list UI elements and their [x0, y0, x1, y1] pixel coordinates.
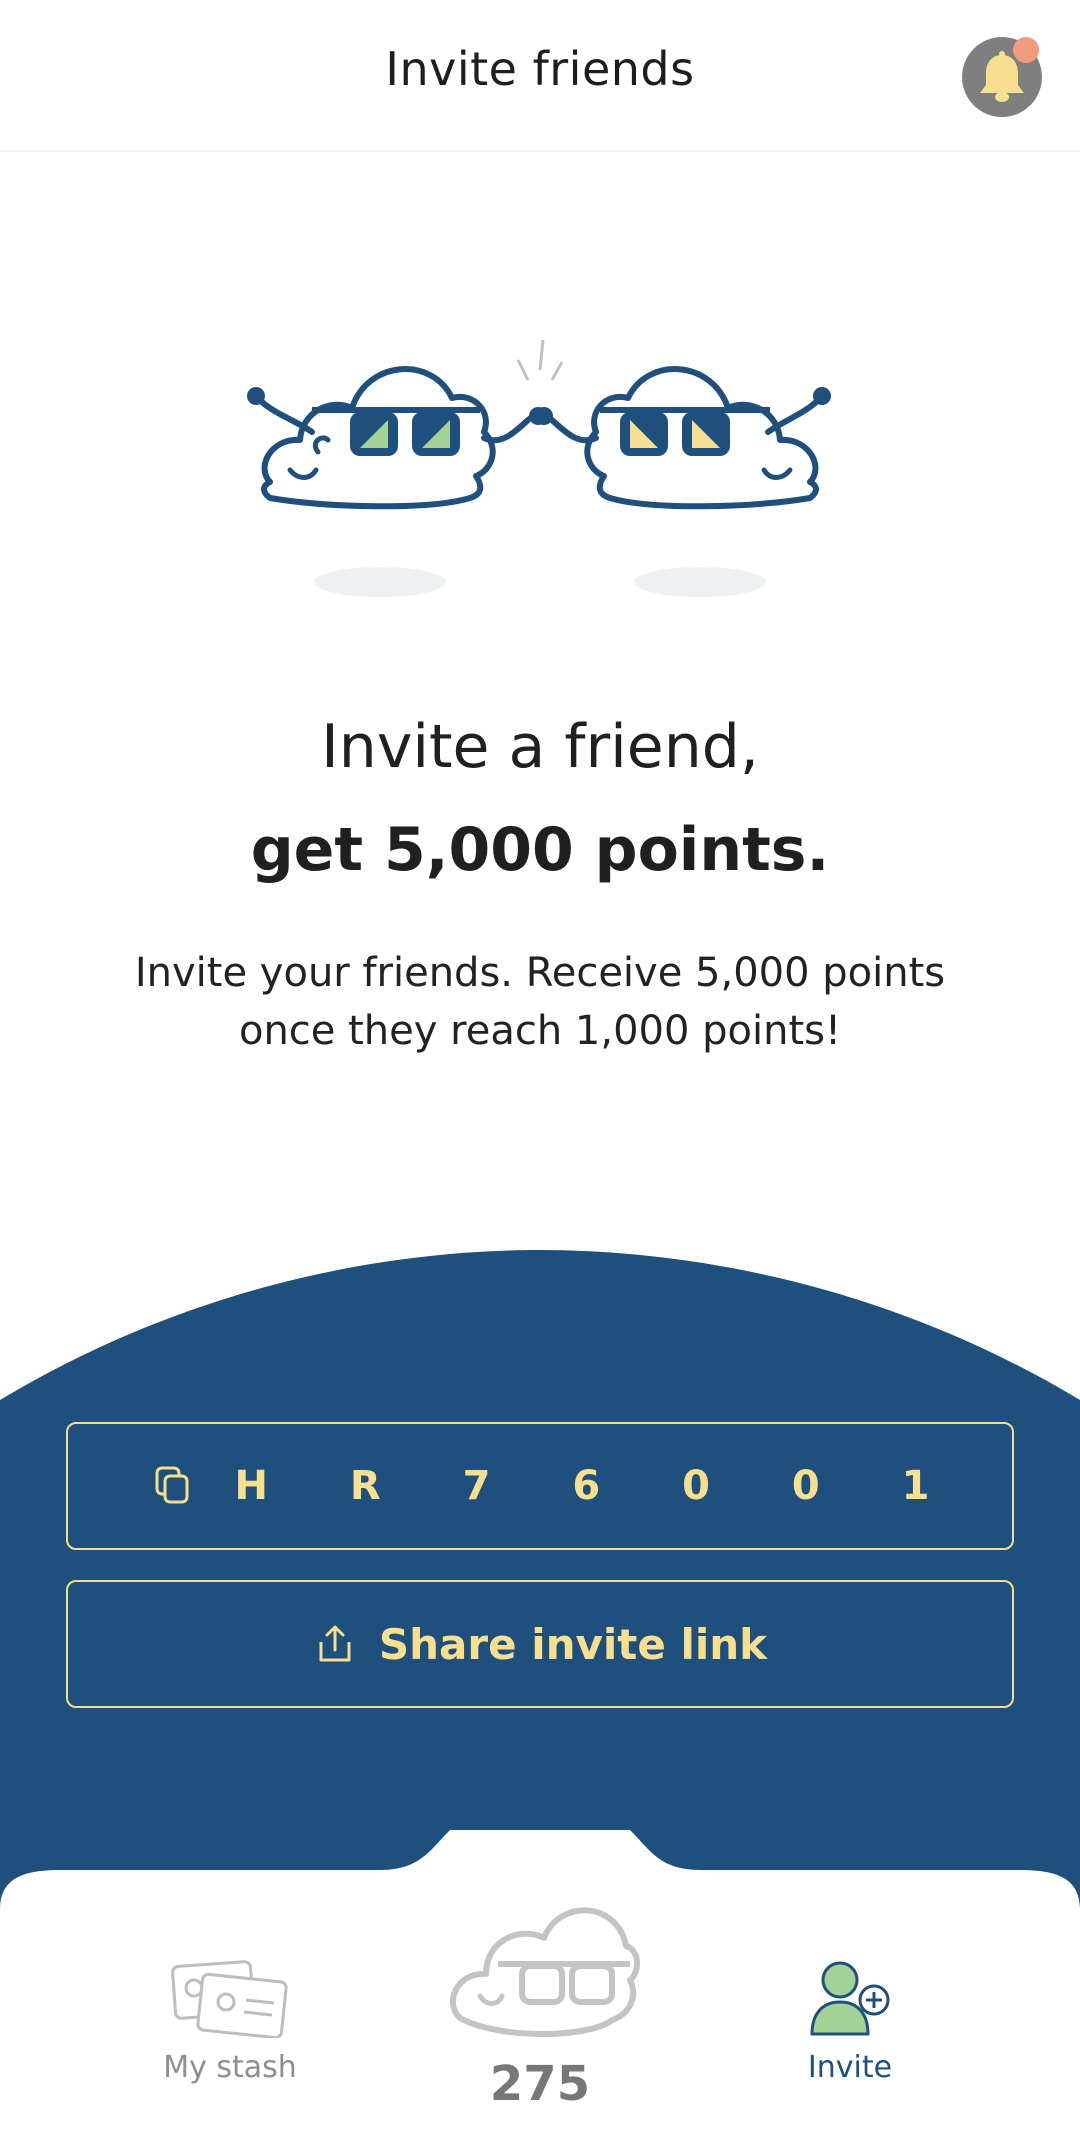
copy-icon	[155, 1466, 188, 1504]
tab-my-stash[interactable]: My stash	[120, 1960, 340, 2085]
headline-points: get 5,000 points.	[250, 815, 830, 885]
share-icon	[319, 1625, 351, 1662]
copy-invite-code-button[interactable]: H R 7 6 0 0 1	[66, 1422, 1014, 1550]
headline-primary: Invite a friend,	[321, 712, 759, 782]
app-header: Invite friends	[0, 0, 1080, 152]
cards-icon	[171, 1960, 288, 2038]
tab-invite[interactable]: Invite	[760, 1960, 940, 2085]
invite-description: Invite your friends. Receive 5,000 point…	[134, 950, 946, 1054]
invite-code: H R 7 6 0 0 1	[234, 1463, 964, 1509]
friends-illustration	[247, 339, 831, 597]
share-invite-link-button[interactable]: Share invite link	[66, 1580, 1014, 1708]
notification-badge	[1013, 37, 1039, 63]
page-title: Invite friends	[385, 42, 695, 96]
tab-my-stash-label: My stash	[163, 2050, 297, 2085]
tab-invite-label: Invite	[807, 2050, 893, 2085]
add-user-icon	[810, 1961, 890, 2036]
share-label: Share invite link	[378, 1619, 768, 1669]
points-balance: 275	[489, 2056, 591, 2112]
